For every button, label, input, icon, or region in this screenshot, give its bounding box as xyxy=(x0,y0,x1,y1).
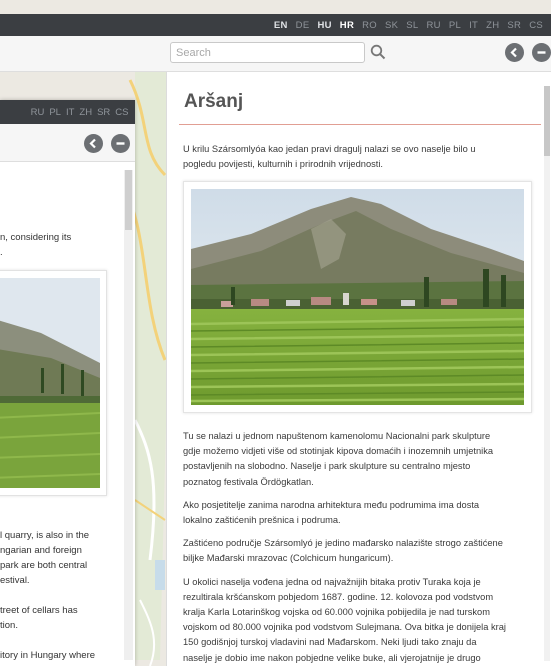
language-list: EN DE HU HR RO SK SL RU PL IT ZH SR CS xyxy=(270,14,547,36)
search-toolbar xyxy=(0,36,551,72)
background-photo xyxy=(0,278,100,488)
article-photo xyxy=(191,189,524,405)
paragraph-line: gdje možemo vidjeti više od stotinjak ki… xyxy=(183,446,494,457)
background-text-line: tion. xyxy=(0,620,18,631)
search-icon[interactable] xyxy=(370,44,386,60)
minus-icon xyxy=(537,51,546,54)
background-text-line: l quarry, is also in the xyxy=(0,530,90,541)
background-language-ru[interactable]: RU xyxy=(28,107,47,118)
scrollbar-thumb[interactable] xyxy=(544,86,550,156)
background-language-cs[interactable]: CS xyxy=(113,107,131,118)
article-scrollbar[interactable] xyxy=(544,86,550,661)
paragraph-line: Tu se nalazi u jednom napuštenom kamenol… xyxy=(183,431,491,441)
paragraph-line: biljke Mađarski mrazovac (Colchicum hung… xyxy=(183,553,394,564)
paragraph-line: vojskom od 80.000 vojnika pod vodstvom S… xyxy=(183,622,506,633)
search-input[interactable] xyxy=(170,42,365,63)
language-sl[interactable]: SL xyxy=(402,20,422,31)
language-en[interactable]: EN xyxy=(270,20,292,31)
paragraph-line: U okolici naselja vođena jedna od najvaž… xyxy=(183,576,481,587)
article-paragraph: Zaštićeno područje Szársomlyó je jedino … xyxy=(183,536,535,566)
background-photo-frame xyxy=(0,270,107,496)
background-toolbar xyxy=(0,124,135,162)
background-text-line: ngarian and foreign xyxy=(0,545,82,556)
language-pl[interactable]: PL xyxy=(445,20,465,31)
language-de[interactable]: DE xyxy=(292,20,314,31)
language-sr[interactable]: SR xyxy=(503,20,525,31)
paragraph-line: postavljenih na slobodno. Naselje i park… xyxy=(183,461,471,472)
chevron-left-icon xyxy=(510,47,517,58)
background-language-it[interactable]: IT xyxy=(63,107,76,118)
article-photo-frame xyxy=(183,181,532,413)
paragraph-line: 150 godišnjoj turskoj vladavini nad Mađa… xyxy=(183,637,477,648)
article-title: Aršanj xyxy=(184,91,244,112)
background-text-line: park are both central xyxy=(0,560,88,571)
background-minimize-button[interactable] xyxy=(111,134,130,153)
article-intro: U krilu Szársomlyóa kao jedan pravi drag… xyxy=(183,142,535,172)
paragraph-line: naselje je dobio ime nakon pobjedne veli… xyxy=(183,652,481,663)
language-it[interactable]: IT xyxy=(465,20,482,31)
background-language-bar: RU PL IT ZH SR CS xyxy=(0,100,135,124)
paragraph-line: poznatog festivala Ördögkatlan. xyxy=(183,476,314,487)
language-cs[interactable]: CS xyxy=(525,20,547,31)
paragraph-line: Ako posjetitelje zanima narodna arhitekt… xyxy=(183,499,480,510)
language-sk[interactable]: SK xyxy=(381,20,402,31)
minus-icon xyxy=(116,142,125,145)
chevron-left-icon xyxy=(89,138,96,149)
background-language-zh[interactable]: ZH xyxy=(77,107,95,118)
paragraph-line: lokalno zaštićenih prešnica i podruma. xyxy=(183,515,341,526)
background-scrollbar[interactable] xyxy=(124,170,133,660)
background-text-line: itory in Hungary where xyxy=(0,650,96,661)
language-hu[interactable]: HU xyxy=(313,20,335,31)
background-text-line: estival. xyxy=(0,575,30,586)
paragraph-line: Zaštićeno područje Szársomlyó je jedino … xyxy=(183,538,503,549)
background-language-sr[interactable]: SR xyxy=(95,107,113,118)
language-bar: EN DE HU HR RO SK SL RU PL IT ZH SR CS xyxy=(0,14,551,36)
intro-line: pogledu povijesti, kulturnih i prirodnih… xyxy=(183,159,383,170)
article-paragraph: Tu se nalazi u jednom napuštenom kamenol… xyxy=(183,429,535,490)
article-paragraph: Ako posjetitelje zanima narodna arhitekt… xyxy=(183,498,535,528)
intro-line: U krilu Szársomlyóa kao jedan pravi drag… xyxy=(183,144,476,154)
language-hr[interactable]: HR xyxy=(336,20,358,31)
article-body: Tu se nalazi u jednom napuštenom kamenol… xyxy=(183,429,535,666)
paragraph-line: rezultirala kršćanskom pobjedom 1687. go… xyxy=(183,591,494,602)
paragraph-line: kralja Karla Lotarinškog vojska od 60.00… xyxy=(183,607,490,618)
background-text-line: treet of cellars has xyxy=(0,605,78,616)
scrollbar-thumb[interactable] xyxy=(125,170,132,230)
background-window[interactable]: RU PL IT ZH SR CS n, considering its . l… xyxy=(0,100,135,666)
background-content: n, considering its . l quarry, is also i… xyxy=(0,162,135,666)
back-button[interactable] xyxy=(505,43,524,62)
article-paragraph: U okolici naselja vođena jedna od najvaž… xyxy=(183,575,535,666)
language-zh[interactable]: ZH xyxy=(482,20,503,31)
title-divider xyxy=(179,124,541,125)
language-ro[interactable]: RO xyxy=(358,20,381,31)
language-ru[interactable]: RU xyxy=(423,20,445,31)
background-back-button[interactable] xyxy=(84,134,103,153)
article-panel[interactable]: Aršanj U krilu Szársomlyóa kao jedan pra… xyxy=(166,72,551,666)
background-text-line: . xyxy=(0,247,3,258)
minimize-button[interactable] xyxy=(532,43,551,62)
background-text-line: n, considering its xyxy=(0,232,72,243)
background-language-pl[interactable]: PL xyxy=(47,107,64,118)
